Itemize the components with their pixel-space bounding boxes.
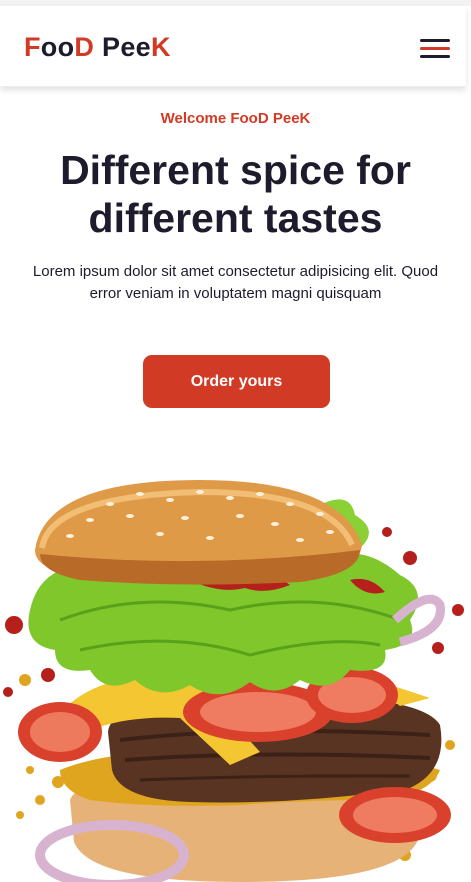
logo-letter-f: F <box>24 32 41 62</box>
logo-letter-k: K <box>150 32 171 62</box>
hamburger-icon[interactable] <box>420 39 450 63</box>
logo-letter-d: D <box>74 32 95 62</box>
burger-illustration <box>3 480 464 882</box>
hero-description: Lorem ipsum dolor sit amet consectetur a… <box>32 263 439 302</box>
site-header: FooD PeeK <box>0 6 466 87</box>
logo-letters-pee: Pee <box>94 32 151 62</box>
brand-logo[interactable]: FooD PeeK <box>24 30 171 64</box>
menu-bar-top <box>420 39 450 42</box>
order-yours-button[interactable]: Order yours <box>143 355 330 408</box>
menu-bar-bottom <box>420 55 450 58</box>
logo-letters-oo: oo <box>40 32 75 62</box>
burger-image <box>0 470 471 882</box>
menu-bar-middle <box>420 47 450 50</box>
hero-title: Different spice for different tastes <box>60 147 411 241</box>
welcome-label: Welcome FooD PeeK <box>160 110 311 127</box>
